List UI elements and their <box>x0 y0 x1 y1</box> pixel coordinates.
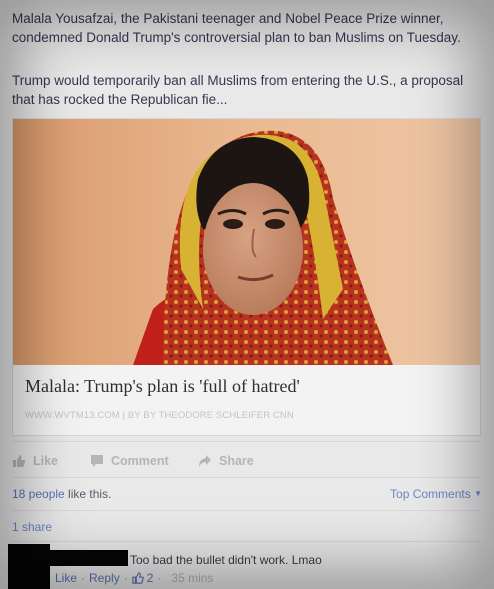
comment-reply-link[interactable]: Reply <box>89 571 120 585</box>
commenter-name-redacted <box>50 550 128 566</box>
comment-actions-separator: · <box>81 571 86 585</box>
article-photo-image <box>13 119 480 365</box>
post-text-paragraph-1: Malala Yousafzai, the Pakistani teenager… <box>12 11 461 45</box>
like-button[interactable]: Like <box>12 454 58 468</box>
link-source: WWW.WVTM13.COM | BY BY THEODORE SCHLEIFE… <box>25 410 294 421</box>
share-label: Share <box>219 454 254 468</box>
top-comments-dropdown[interactable]: Top Comments ▼ <box>390 487 482 501</box>
likes-suffix: like this. <box>64 487 112 501</box>
share-arrow-icon <box>198 454 212 468</box>
link-title[interactable]: Malala: Trump's plan is 'full of hatred' <box>25 376 300 397</box>
like-label: Like <box>33 454 59 468</box>
likes-summary: 18 people like this. <box>12 487 111 501</box>
thumbs-up-icon <box>12 454 26 468</box>
comment-like-link[interactable]: Like <box>55 571 77 585</box>
comment-bubble-icon <box>90 454 104 468</box>
comment-actions-separator: · <box>123 571 128 585</box>
comment-actions: Like · Reply · 2 · 35 mins <box>55 571 213 585</box>
likes-divider <box>12 477 481 478</box>
shares-divider <box>12 510 481 511</box>
comment-timestamp: 35 mins <box>171 571 214 585</box>
shares-link[interactable]: 1 share <box>12 520 52 534</box>
actions-divider <box>12 441 481 442</box>
comment-actions-separator: · <box>157 571 162 585</box>
comment-button[interactable]: Comment <box>90 454 169 468</box>
commenter-avatar-redacted <box>8 544 50 589</box>
article-photo[interactable] <box>13 119 480 365</box>
shared-link-card[interactable]: Malala: Trump's plan is 'full of hatred'… <box>12 118 481 436</box>
post-text-paragraph-2: Trump would temporarily ban all Muslims … <box>12 73 464 107</box>
comment-text: Too bad the bullet didn't work. Lmao <box>130 553 322 567</box>
likes-people-link[interactable]: 18 people <box>12 487 65 501</box>
comment-like-count[interactable]: 2 <box>147 571 154 585</box>
comments-divider <box>12 541 481 542</box>
comment-label: Comment <box>111 454 169 468</box>
caret-down-icon: ▼ <box>474 489 482 498</box>
comment-like-count-icon <box>132 572 144 584</box>
top-comments-label: Top Comments <box>390 487 471 501</box>
share-button[interactable]: Share <box>198 454 254 468</box>
